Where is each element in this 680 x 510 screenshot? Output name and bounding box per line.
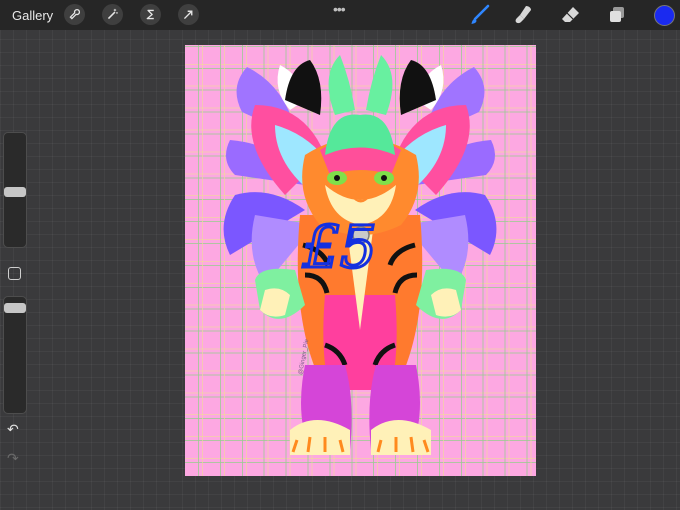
transform-arrow-icon <box>183 10 193 20</box>
brush-tool-button[interactable] <box>469 4 491 26</box>
eraser-icon <box>562 7 579 22</box>
opacity-thumb[interactable] <box>4 303 26 313</box>
eraser-tool-button[interactable] <box>559 4 581 26</box>
wrench-icon <box>69 8 81 20</box>
brush-icon <box>471 4 490 24</box>
brush-size-thumb[interactable] <box>4 187 26 197</box>
transform-button[interactable] <box>178 4 199 25</box>
crest <box>328 55 393 115</box>
adjustments-button[interactable] <box>102 4 123 25</box>
left-sidebar: ↶ ↷ <box>3 132 27 476</box>
color-picker-button[interactable] <box>654 5 675 26</box>
redo-button[interactable]: ↷ <box>7 450 19 467</box>
smudge-tool-button[interactable] <box>513 4 535 26</box>
layers-icon <box>610 7 624 22</box>
actions-button[interactable] <box>64 4 85 25</box>
undo-button[interactable]: ↶ <box>7 421 19 438</box>
brush-size-slider[interactable] <box>3 132 27 248</box>
opacity-slider[interactable] <box>3 296 27 414</box>
more-menu-button[interactable]: ••• <box>333 1 346 17</box>
magic-wand-icon <box>107 8 118 20</box>
layers-button[interactable] <box>606 4 628 26</box>
smudge-icon <box>515 6 531 24</box>
gallery-button[interactable]: Gallery <box>12 8 53 23</box>
price-overlay-text: £5 <box>302 213 377 281</box>
top-toolbar: Gallery ••• <box>0 0 680 30</box>
drawing-canvas[interactable]: @Ginger_Pie £5 <box>185 45 536 476</box>
selection-button[interactable] <box>140 4 161 25</box>
modify-button[interactable] <box>8 267 21 280</box>
selection-icon <box>146 9 154 20</box>
tiger-creature-artwork: @Ginger_Pie £5 <box>223 55 497 455</box>
